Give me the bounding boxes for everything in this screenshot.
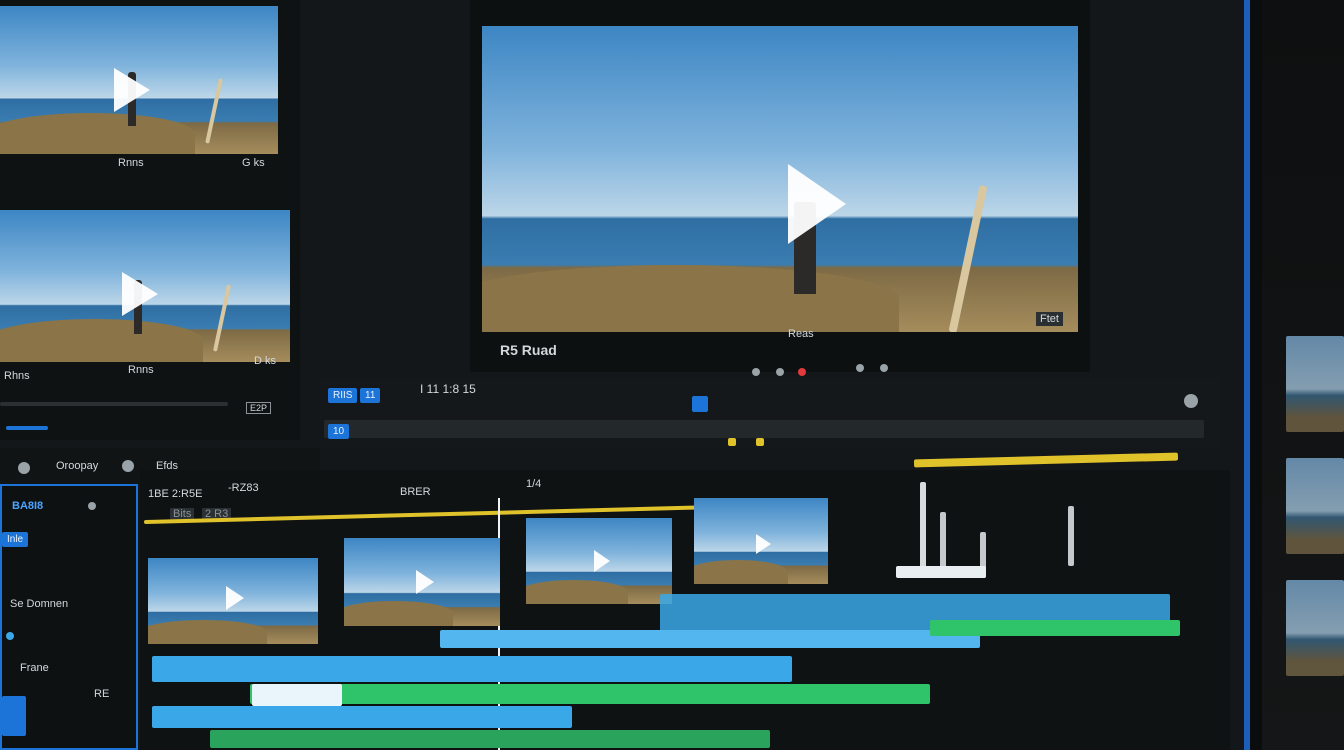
project-item[interactable]: Inle xyxy=(2,532,29,547)
marker-yellow-icon[interactable] xyxy=(728,438,736,446)
secondary-thumbnail xyxy=(1286,336,1344,432)
track-clip[interactable] xyxy=(152,706,572,728)
hill-shape xyxy=(694,559,788,584)
scrub-bar[interactable] xyxy=(324,420,1204,438)
program-title: R5 Ruad xyxy=(500,342,557,358)
program-center-label: Reas xyxy=(788,328,814,340)
timeline-video-clip[interactable] xyxy=(526,518,672,604)
timeline-marker-label: 1BE 2:R5E xyxy=(148,488,203,500)
project-title: BA8I8 xyxy=(12,500,44,512)
play-icon[interactable] xyxy=(756,534,771,554)
track-clip[interactable] xyxy=(210,730,770,748)
record-icon[interactable] xyxy=(798,368,806,376)
stop-icon[interactable] xyxy=(776,368,784,376)
timeline-panel: 1BE 2:R5E -RZ83 BRER 1/4 Bits 2 R3 xyxy=(140,452,1230,750)
tool-button-left2[interactable]: 11 xyxy=(360,388,381,403)
project-item[interactable]: Frane xyxy=(20,662,49,674)
hill-shape xyxy=(0,112,195,154)
effect-icon[interactable] xyxy=(6,632,14,640)
track-clip[interactable] xyxy=(250,684,930,704)
timeline-marker-label: BRER xyxy=(400,486,431,498)
hill-shape xyxy=(482,264,900,332)
play-forward-icon[interactable] xyxy=(856,364,864,372)
project-item[interactable]: RE xyxy=(94,688,109,700)
bin-scrollbar[interactable] xyxy=(0,402,228,406)
timeline-video-clip[interactable] xyxy=(344,538,500,626)
bin-clip-thumbnail[interactable] xyxy=(0,6,278,154)
source-bin-panel: Rnns G ks Rhns Rnns D ks E2P xyxy=(0,0,300,440)
play-icon[interactable] xyxy=(114,68,150,112)
step-back-icon[interactable] xyxy=(752,368,760,376)
audio-waveform-spike xyxy=(920,482,926,578)
track-clip[interactable] xyxy=(152,656,792,682)
hill-shape xyxy=(0,319,203,362)
timeline-marker-label: -RZ83 xyxy=(228,482,259,494)
secondary-thumbnail xyxy=(1286,580,1344,676)
monitor-toolbar: RIIS 11 I 11 1:8 15 10 xyxy=(320,378,1220,448)
program-monitor-panel: R5 Ruad Reas Ftet xyxy=(470,0,1090,372)
timeline-marker-label: 1/4 xyxy=(526,478,542,490)
gear-icon[interactable] xyxy=(18,462,30,474)
bin-clip-duration: G ks xyxy=(242,157,265,169)
track-clip[interactable] xyxy=(252,684,342,706)
bin-clip-duration: D ks xyxy=(254,355,276,367)
settings-icon[interactable] xyxy=(1184,394,1198,408)
bin-blue-indicator xyxy=(6,426,48,430)
audio-waveform-spike xyxy=(896,566,986,578)
program-video-frame[interactable] xyxy=(482,26,1078,332)
stick-shape xyxy=(948,184,988,332)
browse-icon[interactable] xyxy=(122,460,134,472)
stick-shape xyxy=(205,78,223,144)
play-icon[interactable] xyxy=(416,570,434,594)
bin-clip-thumbnail[interactable] xyxy=(0,210,290,362)
secondary-thumbnail xyxy=(1286,458,1344,554)
stick-shape xyxy=(212,284,232,352)
play-icon[interactable] xyxy=(122,272,158,316)
bin-clip-name: Rnns xyxy=(128,364,154,376)
timeline-video-clip[interactable] xyxy=(694,498,828,584)
playhead-marker-icon[interactable] xyxy=(692,396,708,412)
play-icon[interactable] xyxy=(594,550,610,572)
bin-clip-name: Rnns xyxy=(118,157,144,169)
tool-button-left[interactable]: RIIS xyxy=(328,388,358,403)
program-corner-badge: Ftet xyxy=(1036,312,1063,326)
editor-screen: Rnns G ks Rhns Rnns D ks E2P R5 Ruad Rea… xyxy=(0,0,1250,750)
program-timecode: I 11 1:8 15 xyxy=(420,382,476,396)
bin-clip-id: Rhns xyxy=(4,370,30,382)
hill-shape xyxy=(344,601,454,626)
project-panel: BA8I8 Inle Se Domnen Frane RE xyxy=(0,484,138,750)
secondary-monitor xyxy=(1262,0,1344,750)
track-badge[interactable]: 10 xyxy=(328,424,350,439)
track-clip[interactable] xyxy=(930,620,1180,636)
settings-label[interactable]: Oroopay xyxy=(56,460,98,472)
timeline-video-clip[interactable] xyxy=(148,558,318,644)
play-icon[interactable] xyxy=(226,586,244,610)
audio-waveform-spike xyxy=(1068,506,1074,566)
marker-yellow-icon[interactable] xyxy=(756,438,764,446)
hill-shape xyxy=(148,619,267,644)
hill-shape xyxy=(526,579,629,604)
bin-footer-label: E2P xyxy=(246,402,272,414)
project-item[interactable]: Se Domnen xyxy=(10,598,68,610)
work-area-bar-right[interactable] xyxy=(913,452,1179,468)
folder-icon[interactable] xyxy=(88,502,96,510)
project-blue-block xyxy=(2,696,26,736)
step-forward-icon[interactable] xyxy=(880,364,888,372)
play-icon[interactable] xyxy=(788,164,846,244)
track-clip[interactable] xyxy=(440,630,980,648)
